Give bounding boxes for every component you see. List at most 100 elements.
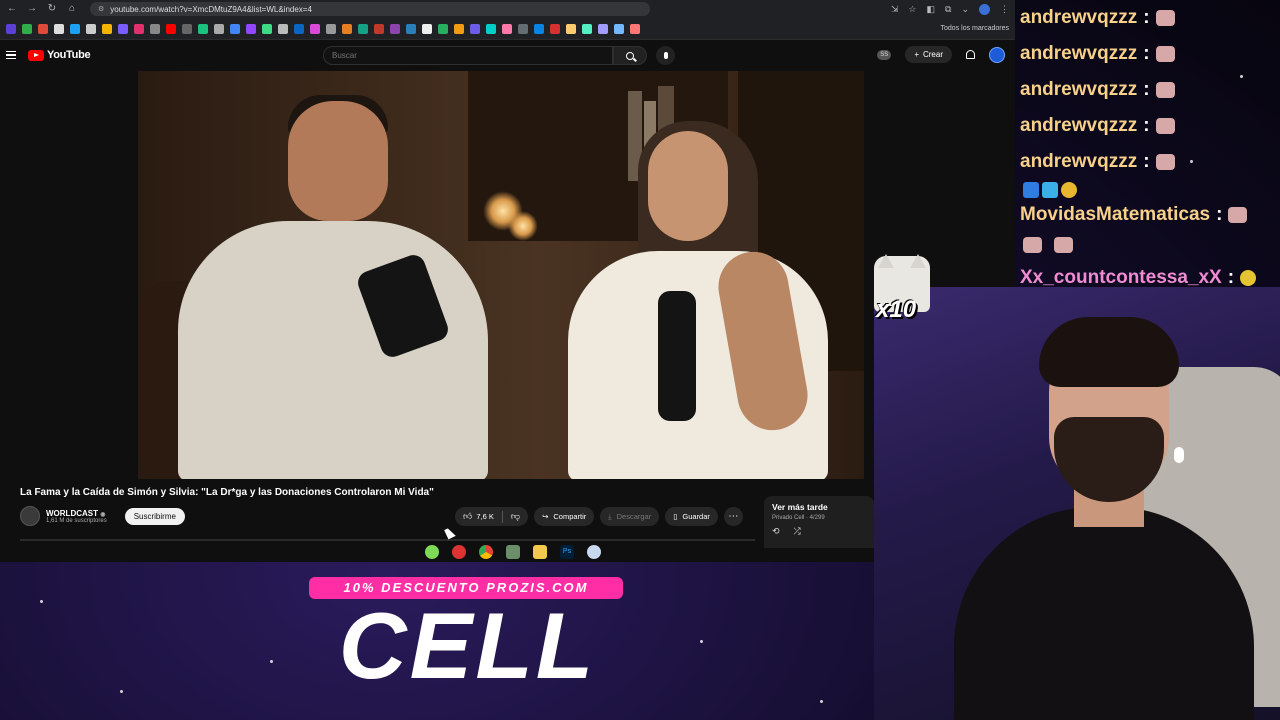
bookmark-icon[interactable] [38,23,48,34]
taskbar-app-icon[interactable] [425,545,439,559]
shuffle-icon[interactable]: ⤮ [794,526,801,537]
bookmark-icon[interactable] [390,23,400,34]
bookmark-icon[interactable] [518,23,528,34]
bookmark-icon[interactable] [502,23,512,34]
bookmark-icon[interactable] [6,23,16,34]
voice-search-button[interactable] [656,46,675,65]
install-icon[interactable]: ⇲ [891,4,899,15]
cat-ear-left-icon [878,254,894,268]
chrome-icon[interactable] [479,545,493,559]
bookmark-icon[interactable] [358,23,368,34]
video-actions: 👍︎ 7,6 K 👎︎ ↪ Compartir ⤓ Descargar ▯ Gu… [455,507,743,526]
bookmark-icon[interactable] [582,23,592,34]
bookmark-icon[interactable] [438,23,448,34]
save-button[interactable]: ▯ Guardar [665,507,718,526]
chat-username[interactable]: andrewvqzzz [1020,151,1137,173]
taskbar-app-icon[interactable] [587,545,601,559]
like-button[interactable]: 👍︎ 7,6 K [455,507,502,526]
bookmark-icon[interactable] [470,23,480,34]
bookmark-icon[interactable] [454,23,464,34]
bookmark-icon[interactable] [406,23,416,34]
search-button[interactable] [613,46,647,65]
bookmark-icon[interactable] [566,23,576,34]
cat-emote-icon [1155,82,1175,98]
youtube-header: YouTube Buscar SS + Crear [0,40,1015,70]
subscribe-button[interactable]: Suscribirme [124,507,185,525]
bookmark-icon[interactable] [246,23,256,34]
bookmark-icon[interactable] [70,23,80,34]
bookmark-icon[interactable] [326,23,336,34]
back-icon[interactable]: ← [6,3,18,15]
dislike-button[interactable]: 👎︎ [503,507,528,526]
home-icon[interactable]: ⌂ [66,3,78,15]
browser-menu-icon[interactable]: ⋮ [1000,4,1009,15]
loop-icon[interactable]: ⟲ [772,526,780,537]
chat-username[interactable]: andrewvqzzz [1020,43,1137,65]
channel-avatar[interactable] [20,506,40,526]
chat-username[interactable]: andrewvqzzz [1020,7,1137,29]
bookmark-icon[interactable] [278,23,288,34]
star-decoration [120,690,123,693]
tab-search-icon[interactable]: ⌄ [961,4,969,15]
address-bar[interactable]: ⚙ youtube.com/watch?v=XmcDMtuZ9A4&list=W… [90,2,650,16]
bookmark-icon[interactable] [486,23,496,34]
more-options-icon[interactable]: ⋯ [723,507,743,526]
bookmark-icon[interactable] [630,23,640,34]
chat-username[interactable]: andrewvqzzz [1020,79,1137,101]
youtube-logo[interactable]: YouTube [28,49,91,61]
all-bookmarks-folder[interactable]: Todos los marcadores [941,25,1009,32]
save-label: Guardar [682,512,710,521]
notifications-bell-icon[interactable] [966,50,975,59]
bookmark-icon[interactable] [374,23,384,34]
bookmark-icon[interactable] [614,23,624,34]
bookmark-icon[interactable] [22,23,32,34]
search-icon [626,51,634,60]
profile-icon[interactable] [979,3,990,15]
account-avatar[interactable] [989,46,1005,63]
chat-username[interactable]: Xx_countcontessa_xX [1020,267,1222,289]
share-button[interactable]: ↪ Compartir [534,507,595,526]
streamer-hair-image [1039,317,1179,387]
bookmark-icon[interactable] [134,23,144,34]
reload-icon[interactable]: ↻ [46,3,58,15]
hamburger-menu-icon[interactable] [6,50,16,60]
star-decoration [820,700,823,703]
bookmark-icon[interactable] [214,23,224,34]
bookmark-icon[interactable] [118,23,128,34]
chat-message: andrewvqzzz : [1020,108,1280,144]
channel-name[interactable]: WORLDCAST [46,509,98,518]
site-info-icon[interactable]: ⚙ [98,5,104,13]
chat-username[interactable]: MovidasMatematicas [1020,204,1210,226]
bookmark-icon[interactable] [182,23,192,34]
video-player[interactable] [138,71,864,479]
bookmark-icon[interactable] [310,23,320,34]
taskbar-app-icon[interactable] [452,545,466,559]
bookmark-icon[interactable] [166,23,176,34]
bookmark-icon[interactable] [262,23,272,34]
bookmark-icon[interactable] [86,23,96,34]
forward-icon[interactable]: → [26,3,38,15]
bookmark-icon[interactable] [54,23,64,34]
bookmark-icon[interactable] [294,23,304,34]
playlist-panel[interactable]: Ver más tarde Privado Cell · 4/299 ⟲ ⤮ [764,496,874,548]
header-badge[interactable]: SS [877,49,892,60]
extension-icon[interactable]: ◧ [927,4,936,15]
bookmark-icon[interactable] [230,23,240,34]
extensions-puzzle-icon[interactable]: ⧉ [945,4,951,15]
bookmark-icon[interactable] [534,23,544,34]
download-button[interactable]: ⤓ Descargar [600,507,660,526]
taskbar-app-icon[interactable] [506,545,520,559]
bookmark-icon[interactable] [422,23,432,34]
bookmark-icon[interactable] [102,23,112,34]
bookmark-icon[interactable] [150,23,160,34]
bookmark-icon[interactable] [550,23,560,34]
chat-username[interactable]: andrewvqzzz [1020,115,1137,137]
bookmark-icon[interactable] [198,23,208,34]
folder-icon[interactable] [533,545,547,559]
photoshop-icon[interactable]: Ps [560,545,574,559]
create-button[interactable]: + Crear [905,46,952,63]
search-input[interactable]: Buscar [323,46,613,65]
bookmark-star-icon[interactable]: ☆ [908,4,916,15]
bookmark-icon[interactable] [598,23,608,34]
bookmark-icon[interactable] [342,23,352,34]
